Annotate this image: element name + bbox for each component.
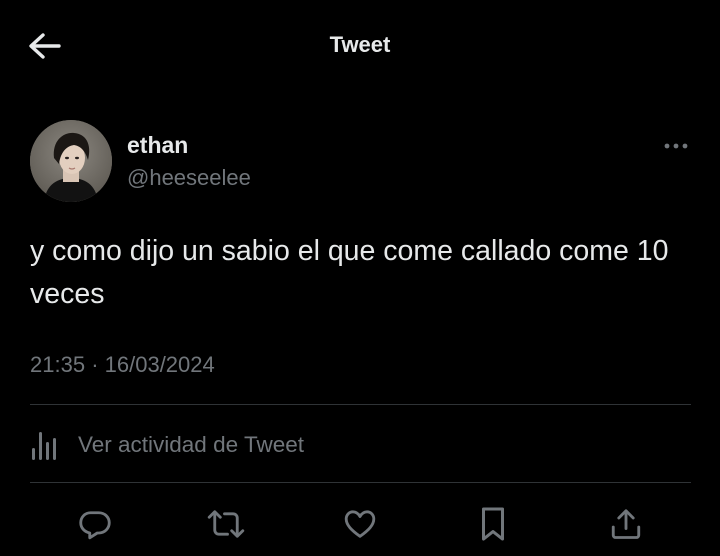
timestamp-separator: · bbox=[91, 352, 99, 377]
top-bar: Tweet bbox=[0, 0, 720, 92]
reply-icon bbox=[79, 511, 111, 540]
like-button[interactable] bbox=[340, 504, 380, 544]
author-handle[interactable]: @heeseelee bbox=[127, 165, 251, 191]
tweet-timestamp: 21:35 · 16/03/2024 bbox=[30, 352, 215, 378]
bookmark-button[interactable] bbox=[473, 504, 513, 544]
more-options-button[interactable] bbox=[662, 136, 690, 156]
avatar-image bbox=[30, 120, 112, 202]
heart-icon bbox=[344, 510, 376, 538]
divider bbox=[30, 482, 691, 483]
tweet-actions-bar bbox=[0, 500, 720, 550]
avatar[interactable] bbox=[30, 120, 112, 202]
tweet-time[interactable]: 21:35 bbox=[30, 352, 85, 377]
divider bbox=[30, 404, 691, 405]
reply-button[interactable] bbox=[75, 504, 115, 544]
view-activity-label: Ver actividad de Tweet bbox=[78, 432, 304, 457]
retweet-button[interactable] bbox=[206, 504, 246, 544]
retweet-icon bbox=[207, 510, 245, 538]
tweet-date[interactable]: 16/03/2024 bbox=[105, 352, 215, 377]
analytics-icon bbox=[30, 425, 64, 465]
share-icon bbox=[611, 509, 641, 539]
more-icon bbox=[664, 143, 688, 149]
tweet-author: ethan @heeseelee bbox=[30, 120, 690, 204]
bookmark-icon bbox=[481, 507, 505, 541]
share-button[interactable] bbox=[606, 504, 646, 544]
page-title: Tweet bbox=[329, 32, 391, 57]
author-name[interactable]: ethan bbox=[127, 132, 188, 159]
tweet-text: y como dijo un sabio el que come callado… bbox=[30, 235, 669, 310]
view-activity-link[interactable]: Ver actividad de Tweet bbox=[30, 420, 691, 470]
